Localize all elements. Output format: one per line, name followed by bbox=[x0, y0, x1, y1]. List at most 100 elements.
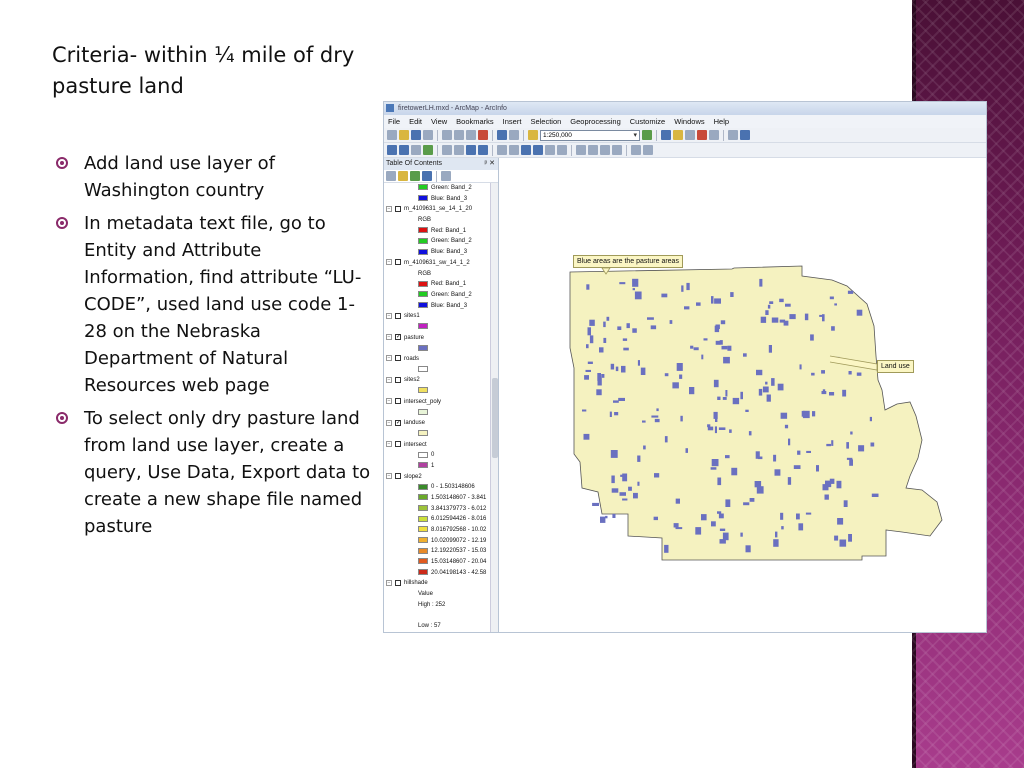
list-by-source-icon[interactable] bbox=[398, 171, 408, 181]
toc-layer[interactable]: − slope2 bbox=[386, 472, 498, 483]
find-route-icon[interactable] bbox=[600, 145, 610, 155]
collapse-layer-icon[interactable]: − bbox=[386, 312, 392, 319]
toc-scrollbar-thumb[interactable] bbox=[492, 378, 498, 458]
table-of-contents-panel: Table Of Contents ᵖ ✕ Green: Band_2 Blue: … bbox=[384, 158, 499, 632]
toc-close-icon[interactable]: ᵖ ✕ bbox=[485, 158, 495, 170]
search-window-icon[interactable] bbox=[685, 130, 695, 140]
pasture-patch bbox=[642, 420, 646, 423]
toc-layer[interactable]: − ✓ pasture bbox=[386, 333, 498, 344]
table-of-contents-icon[interactable] bbox=[661, 130, 671, 140]
select-elements-icon[interactable] bbox=[521, 145, 531, 155]
html-popup-icon[interactable] bbox=[557, 145, 567, 155]
back-extent-icon[interactable] bbox=[466, 145, 476, 155]
help-icon[interactable] bbox=[740, 130, 750, 140]
new-document-icon[interactable] bbox=[387, 130, 397, 140]
list-by-selection-icon[interactable] bbox=[422, 171, 432, 181]
toc-layer[interactable]: − sites1 bbox=[386, 311, 498, 322]
layer-visibility-checkbox[interactable]: ✓ bbox=[395, 334, 401, 341]
undo-icon[interactable] bbox=[497, 130, 507, 140]
menu-edit[interactable]: Edit bbox=[409, 115, 422, 128]
menu-file[interactable]: File bbox=[388, 115, 400, 128]
map-scale-dropdown[interactable]: 1:250,000 bbox=[540, 129, 640, 141]
layer-visibility-checkbox[interactable]: ✓ bbox=[395, 419, 401, 426]
menu-customize[interactable]: Customize bbox=[630, 115, 665, 128]
menu-view[interactable]: View bbox=[431, 115, 447, 128]
clear-selection-icon[interactable] bbox=[509, 145, 519, 155]
hyperlink-icon[interactable] bbox=[545, 145, 555, 155]
menu-selection[interactable]: Selection bbox=[530, 115, 561, 128]
zoom-in-icon[interactable] bbox=[387, 145, 397, 155]
save-icon[interactable] bbox=[411, 130, 421, 140]
collapse-layer-icon[interactable]: − bbox=[386, 205, 392, 212]
layer-visibility-checkbox[interactable] bbox=[395, 355, 401, 362]
list-by-drawing-order-icon[interactable] bbox=[386, 171, 396, 181]
collapse-layer-icon[interactable]: − bbox=[386, 355, 392, 362]
open-folder-icon[interactable] bbox=[399, 130, 409, 140]
python-window-icon[interactable] bbox=[709, 130, 719, 140]
collapse-layer-icon[interactable]: − bbox=[386, 376, 392, 383]
editor-toolbar-icon[interactable] bbox=[642, 130, 652, 140]
pan-icon[interactable] bbox=[411, 145, 421, 155]
menu-windows[interactable]: Windows bbox=[674, 115, 704, 128]
measure-icon[interactable] bbox=[576, 145, 586, 155]
toc-label: 20.04198143 - 42.58 bbox=[431, 569, 487, 576]
window-title: firetowerLH.mxd - ArcMap - ArcInfo bbox=[398, 105, 507, 112]
toc-layer[interactable]: − m_4109631_sw_14_1_2 bbox=[386, 258, 498, 269]
collapse-layer-icon[interactable]: − bbox=[386, 472, 392, 479]
map-view[interactable]: Blue areas are the pasture areas Land us… bbox=[502, 158, 986, 632]
collapse-layer-icon[interactable]: − bbox=[386, 259, 392, 266]
catalog-window-icon[interactable] bbox=[673, 130, 683, 140]
menu-bookmarks[interactable]: Bookmarks bbox=[456, 115, 494, 128]
copy-icon[interactable] bbox=[454, 130, 464, 140]
zoom-out-icon[interactable] bbox=[399, 145, 409, 155]
pasture-patch bbox=[597, 373, 601, 381]
print-icon[interactable] bbox=[423, 130, 433, 140]
toc-label: Green: Band_2 bbox=[431, 185, 472, 191]
add-data-icon[interactable] bbox=[528, 130, 538, 140]
go-to-xy-icon[interactable] bbox=[612, 145, 622, 155]
layer-visibility-checkbox[interactable] bbox=[395, 312, 401, 319]
fixed-zoom-out-icon[interactable] bbox=[454, 145, 464, 155]
menu-help[interactable]: Help bbox=[714, 115, 729, 128]
time-slider-icon[interactable] bbox=[631, 145, 641, 155]
model-builder-icon[interactable] bbox=[728, 130, 738, 140]
collapse-layer-icon[interactable]: − bbox=[386, 579, 392, 586]
toc-layer[interactable]: − sites2 bbox=[386, 375, 498, 386]
delete-icon[interactable] bbox=[478, 130, 488, 140]
menu-insert[interactable]: Insert bbox=[503, 115, 522, 128]
toc-layer[interactable]: − hillshade bbox=[386, 578, 498, 589]
layer-visibility-checkbox[interactable] bbox=[395, 259, 401, 266]
find-icon[interactable] bbox=[588, 145, 598, 155]
list-by-visibility-icon[interactable] bbox=[410, 171, 420, 181]
toc-layer[interactable]: − roads bbox=[386, 354, 498, 365]
identify-icon[interactable] bbox=[533, 145, 543, 155]
layer-visibility-checkbox[interactable] bbox=[395, 376, 401, 383]
layer-visibility-checkbox[interactable] bbox=[395, 440, 401, 447]
arctoolbox-icon[interactable] bbox=[697, 130, 707, 140]
menu-geoprocessing[interactable]: Geoprocessing bbox=[570, 115, 620, 128]
pasture-patch bbox=[812, 411, 816, 417]
collapse-layer-icon[interactable]: − bbox=[386, 419, 392, 426]
collapse-layer-icon[interactable]: − bbox=[386, 440, 392, 447]
layer-visibility-checkbox[interactable] bbox=[395, 472, 401, 479]
toc-options-icon[interactable] bbox=[441, 171, 451, 181]
toc-layer[interactable]: − intersect bbox=[386, 440, 498, 451]
layer-visibility-checkbox[interactable] bbox=[395, 398, 401, 405]
cut-icon[interactable] bbox=[442, 130, 452, 140]
forward-extent-icon[interactable] bbox=[478, 145, 488, 155]
select-features-icon[interactable] bbox=[497, 145, 507, 155]
toc-layer[interactable]: − m_4109631_se_14_1_20 bbox=[386, 204, 498, 215]
redo-icon[interactable] bbox=[509, 130, 519, 140]
toc-scrollbar[interactable] bbox=[490, 183, 498, 632]
legend-swatch bbox=[418, 515, 428, 522]
paste-icon[interactable] bbox=[466, 130, 476, 140]
collapse-layer-icon[interactable]: − bbox=[386, 334, 392, 341]
fixed-zoom-in-icon[interactable] bbox=[442, 145, 452, 155]
layer-visibility-checkbox[interactable] bbox=[395, 205, 401, 212]
layer-visibility-checkbox[interactable] bbox=[395, 579, 401, 586]
collapse-layer-icon[interactable]: − bbox=[386, 398, 392, 405]
full-extent-icon[interactable] bbox=[423, 145, 433, 155]
toc-layer[interactable]: − intersect_poly bbox=[386, 397, 498, 408]
toc-layer[interactable]: − ✓ landuse bbox=[386, 418, 498, 429]
create-viewer-icon[interactable] bbox=[643, 145, 653, 155]
